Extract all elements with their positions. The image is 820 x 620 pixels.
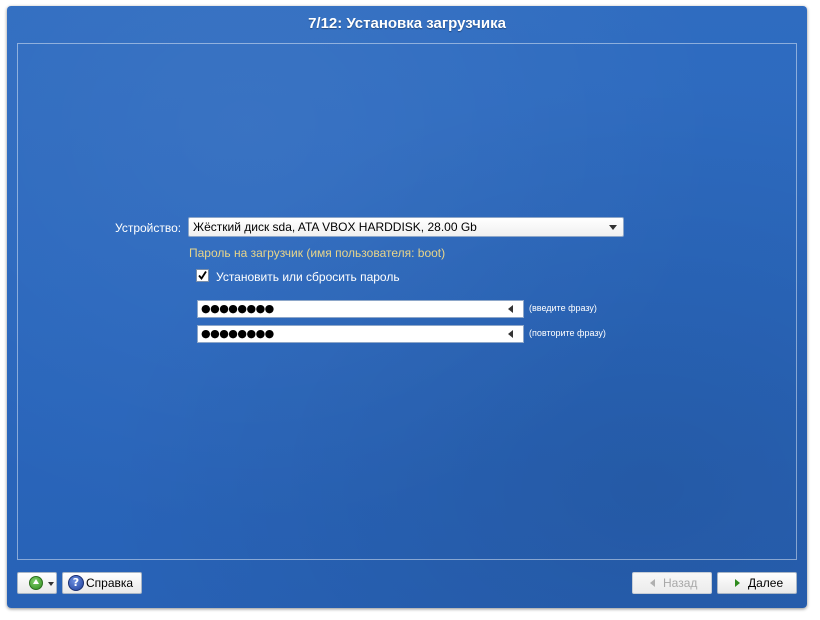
device-label: Устройство:	[115, 221, 182, 235]
help-button-label: Справка	[86, 576, 134, 590]
confirm-password-input[interactable]: ●●●●●●●●	[197, 325, 524, 343]
help-button[interactable]: ? Справка	[62, 572, 142, 594]
device-select[interactable]: Жёсткий диск sda, ATA VBOX HARDDISK, 28.…	[188, 217, 624, 237]
clear-left-icon[interactable]	[508, 305, 513, 313]
help-question-icon: ?	[68, 575, 84, 591]
bootloader-password-hint: Пароль на загрузчик (имя пользователя: b…	[189, 246, 446, 260]
checkmark-icon	[198, 271, 207, 281]
installer-window: 7/12: Установка загрузчика Устройство: Ж…	[7, 6, 807, 608]
chevron-down-icon	[609, 225, 617, 230]
clear-left-icon[interactable]	[508, 330, 513, 338]
set-password-checkbox[interactable]	[196, 269, 209, 282]
left-arrow-icon	[650, 579, 655, 587]
back-button-label: Назад	[663, 576, 698, 590]
page-title: 7/12: Установка загрузчика	[308, 15, 506, 32]
password-hint: (введите фразу)	[529, 303, 597, 313]
up-menu-button[interactable]	[17, 572, 57, 594]
back-button[interactable]: Назад	[632, 572, 712, 594]
password-input[interactable]: ●●●●●●●●	[197, 300, 524, 318]
device-select-value: Жёсткий диск sda, ATA VBOX HARDDISK, 28.…	[193, 220, 477, 234]
next-button[interactable]: Далее	[717, 572, 797, 594]
confirm-password-hint: (повторите фразу)	[529, 328, 606, 338]
next-button-label: Далее	[748, 576, 784, 590]
set-password-label[interactable]: Установить или сбросить пароль	[216, 270, 400, 284]
right-arrow-icon	[735, 579, 740, 587]
green-up-arrow-icon	[29, 576, 43, 590]
confirm-password-value: ●●●●●●●●	[201, 327, 274, 340]
password-value: ●●●●●●●●	[201, 302, 274, 315]
chevron-down-icon	[48, 582, 54, 586]
